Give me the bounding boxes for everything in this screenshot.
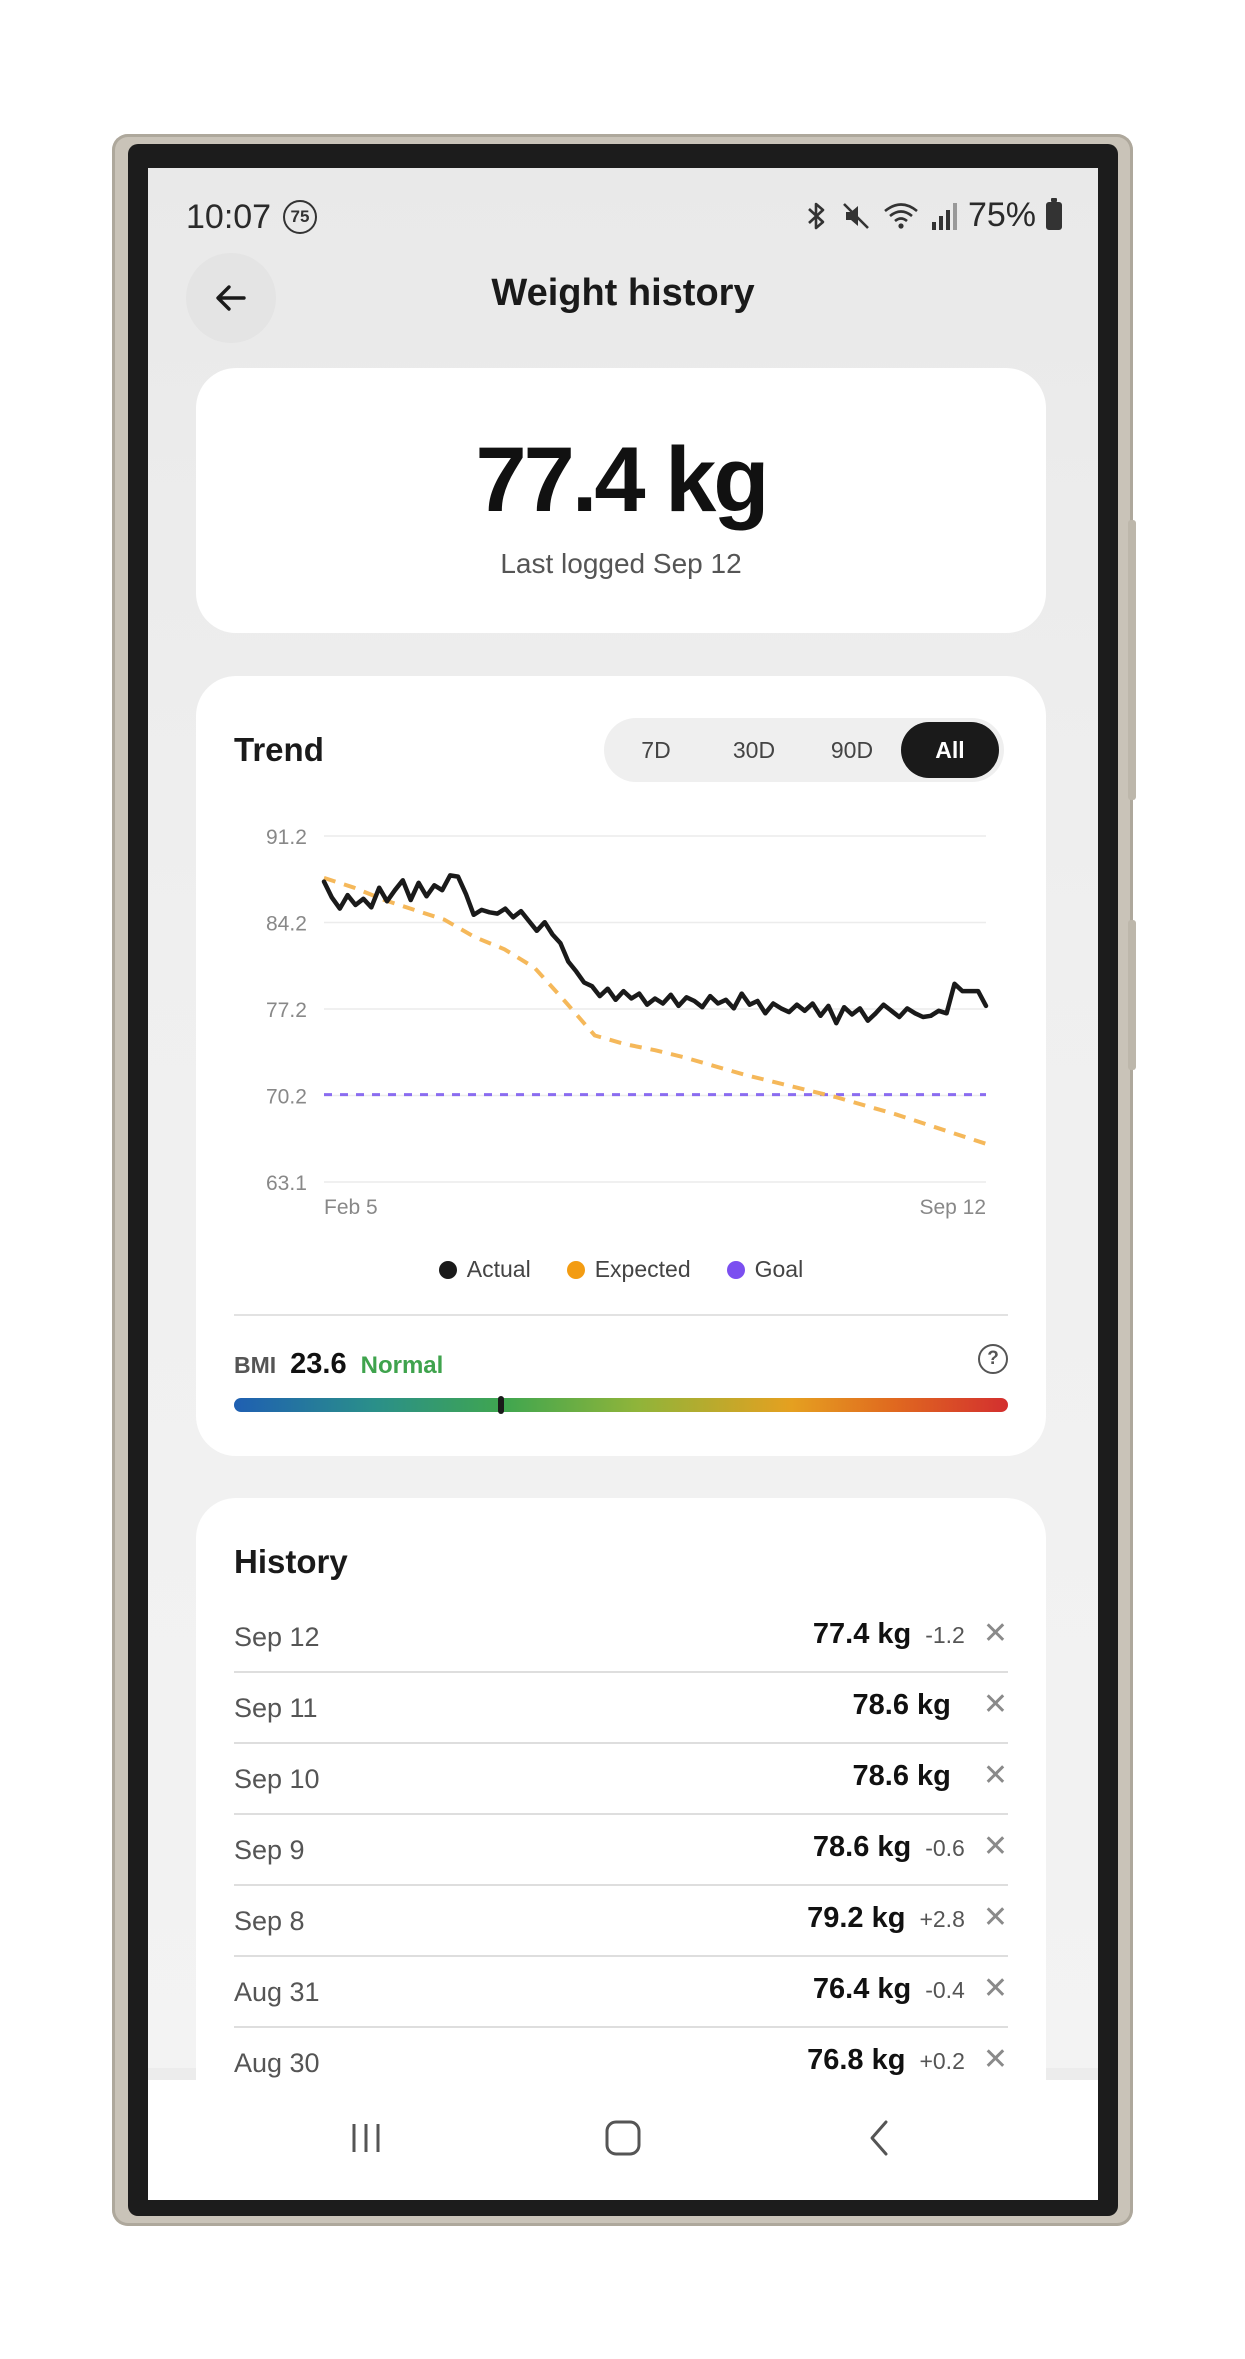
bmi-scale-bar [234,1398,1008,1412]
history-date: Sep 11 [234,1693,318,1723]
delete-entry-button[interactable]: ✕ [983,1690,1008,1720]
trend-card: Trend 7D 30D 90D All 91.2 84.2 77.2 70.2 63.… [196,676,1046,1456]
recents-button[interactable] [326,2108,406,2168]
history-delta: +2.8 [919,1906,965,1932]
history-weight: 78.6 kg [852,1689,951,1721]
battery-percent: 75% [967,196,1036,234]
history-title: History [234,1543,348,1580]
phone-screen: 10:07 75 75% Weight history 77.4 kg Last… [148,168,1098,2200]
legend-item-expected: Expected [566,1256,691,1283]
legend-label-goal: Goal [754,1256,804,1282]
history-row: Sep 11 78.6 kg ✕ [234,1673,1008,1744]
status-bar: 10:07 75 75% [148,188,1098,244]
history-date: Aug 30 [234,2048,320,2078]
chart-series-expected [323,875,987,1146]
signal-icon [931,202,957,230]
range-tab-all[interactable]: All [901,722,999,778]
nav-back-button[interactable] [840,2108,920,2168]
wifi-icon [884,202,918,229]
legend-dot-goal [726,1260,745,1279]
range-tab-30d[interactable]: 30D [705,722,803,778]
bluetooth-icon [808,202,825,229]
history-row: Sep 9 78.6 kg -0.6 ✕ [234,1815,1008,1886]
back-icon [870,2120,888,2156]
bmi-value: 23.6 [290,1348,347,1380]
bmi-label: BMI [234,1352,277,1378]
current-weight-value: 77.4 kg [475,429,770,531]
history-list: Sep 12 77.4 kg -1.2 ✕ Sep 11 78.6 kg ✕ Sep … [234,1602,1008,2099]
trend-title: Trend [234,731,324,768]
chart-y-tick-label: 70.2 [266,1086,307,1109]
chart-y-tick-label: 91.2 [266,826,307,849]
chart-series-actual [321,873,989,1026]
history-weight: 78.6 kg [812,1831,912,1863]
weight-trend-chart: 91.2 84.2 77.2 70.2 63.1 Feb 5 Sep 12 [266,826,989,1219]
history-date: Sep 12 [234,1622,320,1652]
legend-dot-expected [566,1260,585,1279]
history-date: Sep 8 [234,1906,305,1936]
delete-entry-button[interactable]: ✕ [983,1974,1008,2004]
history-delta: -0.6 [925,1835,965,1861]
range-tab-90d[interactable]: 90D [803,722,901,778]
history-row: Aug 31 76.4 kg -0.4 ✕ [234,1957,1008,2028]
history-weight: 77.4 kg [812,1618,912,1650]
delete-entry-button[interactable]: ✕ [983,2045,1008,2075]
recents-icon [352,2124,380,2152]
history-date: Sep 9 [234,1835,305,1865]
bmi-row: BMI 23.6 Normal [234,1348,443,1381]
legend-item-goal: Goal [726,1256,804,1283]
bmi-divider [234,1314,1008,1316]
range-selector: 7D 30D 90D All [604,718,1004,782]
history-weight: 78.6 kg [852,1760,951,1792]
status-time: 10:07 [186,198,272,236]
chart-x-tick-label: Sep 12 [919,1196,986,1219]
range-tab-7d[interactable]: 7D [607,722,705,778]
delete-entry-button[interactable]: ✕ [983,1619,1008,1649]
current-weight-card: 77.4 kg Last logged Sep 12 [196,368,1046,633]
notification-badge: 75 [283,200,317,234]
legend-item-actual: Actual [438,1256,531,1283]
legend-label-actual: Actual [466,1256,531,1282]
home-button[interactable] [583,2108,663,2168]
history-weight: 79.2 kg [807,1902,906,1934]
history-row: Sep 12 77.4 kg -1.2 ✕ [234,1602,1008,1673]
history-delta: -0.4 [925,1977,965,2003]
battery-icon [1046,197,1062,230]
bmi-category: Normal [360,1352,444,1379]
device-power-button [1128,920,1136,1070]
delete-entry-button[interactable]: ✕ [983,1903,1008,1933]
question-circle-icon[interactable]: ? [978,1344,1008,1374]
history-delta: +0.2 [919,2048,965,2074]
history-weight: 76.8 kg [807,2044,906,2076]
home-icon [605,2120,641,2156]
delete-entry-button[interactable]: ✕ [983,1761,1008,1791]
page-title: Weight history [491,272,755,314]
delete-entry-button[interactable]: ✕ [983,1832,1008,1862]
mute-icon [843,202,869,229]
chart-y-tick-label: 77.2 [266,999,307,1022]
device-volume-button [1128,520,1136,800]
legend-label-expected: Expected [594,1256,691,1282]
history-date: Aug 31 [234,1977,320,2007]
system-nav-bar [148,2080,1098,2200]
legend-dot-actual [438,1260,457,1279]
history-row: Sep 10 78.6 kg ✕ [234,1744,1008,1815]
last-logged-text: Last logged Sep 12 [500,548,742,579]
status-icons: 75% [804,196,1062,235]
chart-y-tick-label: 84.2 [266,913,307,936]
history-date: Sep 10 [234,1764,320,1794]
chart-y-tick-label: 63.1 [266,1172,307,1195]
chart-x-tick-label: Feb 5 [324,1196,378,1219]
chart-legend: Actual Expected Goal [196,1256,1046,1283]
bmi-marker [498,1396,505,1414]
history-delta: -1.2 [925,1622,965,1648]
history-row: Sep 8 79.2 kg +2.8 ✕ [234,1886,1008,1957]
history-weight: 76.4 kg [812,1973,912,2005]
